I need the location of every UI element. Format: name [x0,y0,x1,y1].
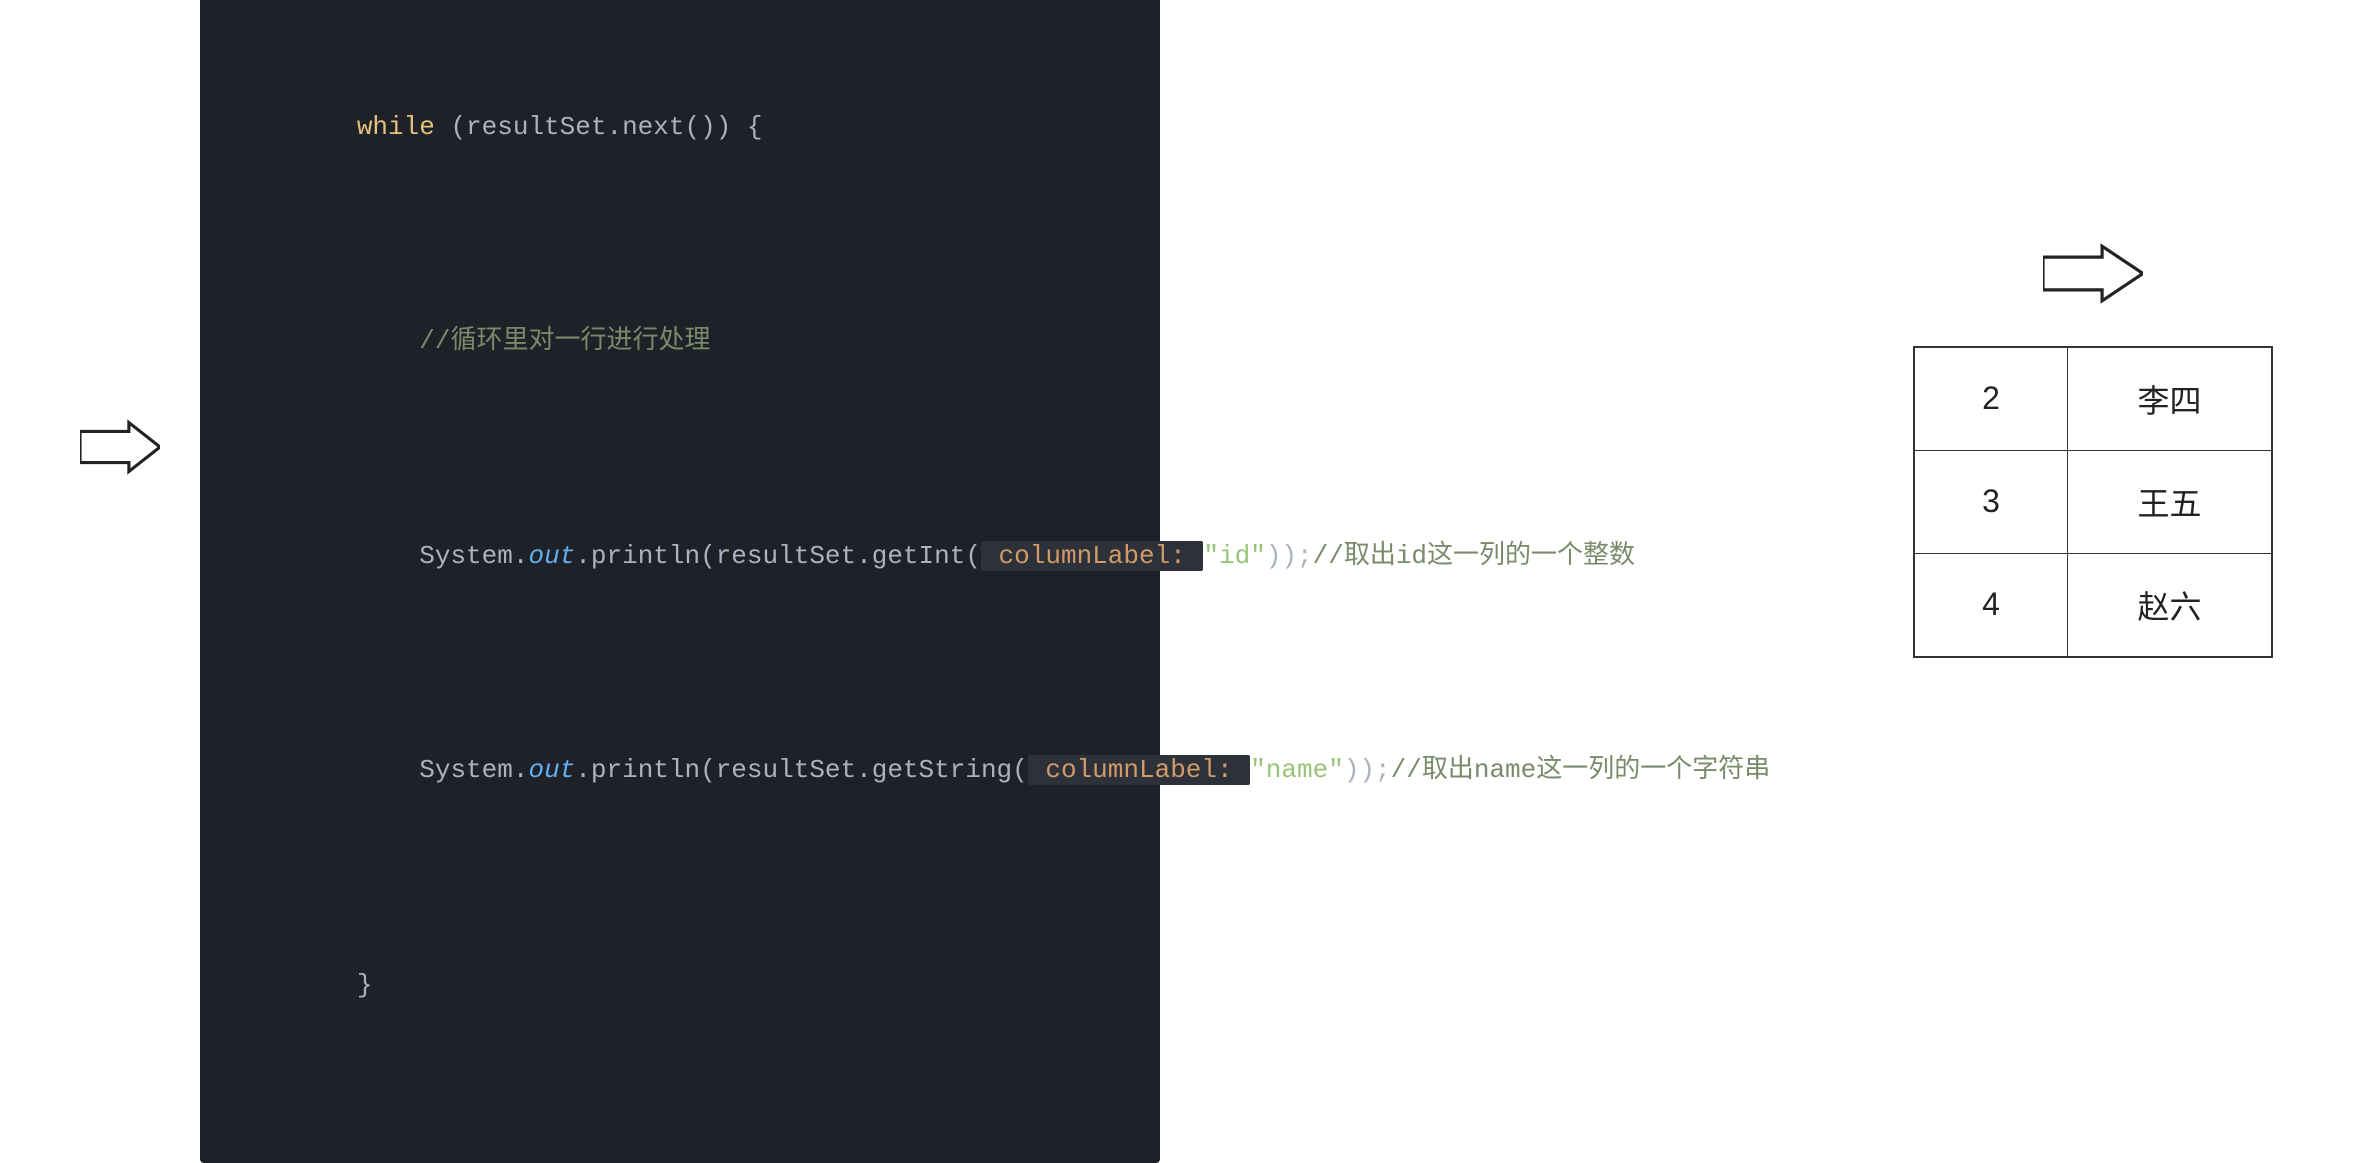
code-line-3: //循环里对一行进行处理 [232,277,1128,406]
code-block: // 遍历结果集合 while (resultSet.next()) { //循… [200,0,1160,1163]
code-line-4: System.out.println(resultSet.getInt( col… [232,492,1128,621]
table-cell-name-2: 王五 [2068,450,2272,553]
main-container: // 遍历结果集合 while (resultSet.next()) { //循… [0,0,2353,898]
top-arrow-container [1913,241,2273,306]
code-line-2: while (resultSet.next()) { [232,63,1128,192]
table-cell-name-3: 赵六 [2068,553,2272,657]
data-table: 2 李四 3 王五 4 赵六 [1913,346,2273,658]
table-row: 2 李四 [1914,347,2272,451]
left-arrow [80,417,160,482]
table-cell-name-1: 李四 [2068,347,2272,451]
code-line-6: } [232,921,1128,1050]
code-line-5: System.out.println(resultSet.getString( … [232,706,1128,835]
top-arrow [2043,241,2143,306]
table-row: 3 王五 [1914,450,2272,553]
comment-2: //循环里对一行进行处理 [357,326,711,356]
table-cell-id-1: 2 [1914,347,2068,451]
keyword-while: while [357,112,435,142]
right-section: 2 李四 3 王五 4 赵六 [1913,241,2273,658]
table-row: 4 赵六 [1914,553,2272,657]
table-cell-id-2: 3 [1914,450,2068,553]
left-section: // 遍历结果集合 while (resultSet.next()) { //循… [80,0,1160,1163]
table-cell-id-3: 4 [1914,553,2068,657]
